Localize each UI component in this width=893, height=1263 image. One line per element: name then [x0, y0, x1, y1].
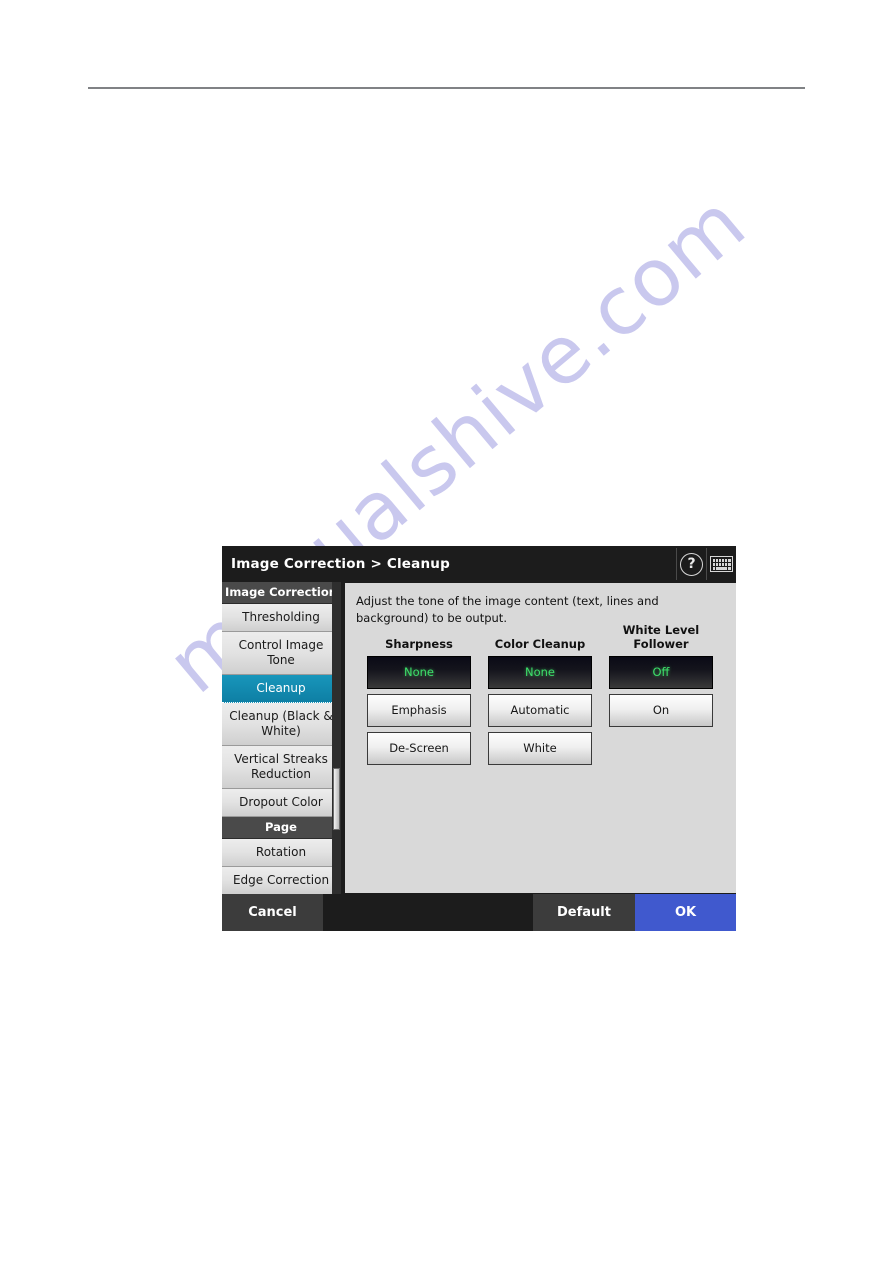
keyboard-button[interactable]	[706, 548, 736, 580]
sharpness-option-none[interactable]: None	[367, 655, 471, 689]
white-level-follower-option-on[interactable]: On	[609, 693, 713, 727]
sidebar-item-control-image-tone[interactable]: Control Image Tone	[222, 632, 340, 676]
white-level-follower-option-off[interactable]: Off	[609, 655, 713, 689]
sidebar-group-page: Page	[222, 817, 340, 840]
color-cleanup-option-white[interactable]: White	[488, 731, 592, 765]
dialog-button-bar: Cancel Default OK	[222, 894, 736, 931]
ok-button[interactable]: OK	[635, 894, 736, 931]
sidebar-scrollbar-thumb[interactable]	[333, 768, 340, 830]
page-header-rule	[88, 87, 805, 89]
white-level-follower-group-label: White Level Follower	[622, 623, 700, 651]
color-cleanup-option-automatic[interactable]: Automatic	[488, 693, 592, 727]
color-cleanup-option-none[interactable]: None	[488, 655, 592, 689]
sidebar-item-cleanup-black-and-white[interactable]: Cleanup (Black & White)	[222, 703, 340, 747]
button-bar-spacer	[323, 894, 533, 931]
help-icon: ?	[680, 552, 703, 576]
titlebar-icon-group: ?	[676, 546, 736, 582]
color-cleanup-group: Color Cleanup None Automatic White	[488, 637, 592, 770]
sharpness-option-de-screen[interactable]: De-Screen	[367, 731, 471, 765]
settings-sidebar[interactable]: Image Correction Thresholding Control Im…	[222, 582, 340, 894]
dialog-titlebar: Image Correction > Cleanup ?	[222, 546, 736, 582]
sharpness-group: Sharpness None Emphasis De-Screen	[367, 637, 471, 770]
sidebar-item-thresholding[interactable]: Thresholding	[222, 604, 340, 633]
help-button[interactable]: ?	[676, 548, 706, 580]
breadcrumb-title: Image Correction > Cleanup	[231, 556, 450, 572]
image-correction-dialog: Image Correction > Cleanup ? Image Corre…	[222, 546, 736, 931]
sharpness-group-label: Sharpness	[385, 637, 453, 651]
sidebar-item-dropout-color[interactable]: Dropout Color	[222, 789, 340, 818]
default-button[interactable]: Default	[533, 894, 635, 931]
sharpness-option-emphasis[interactable]: Emphasis	[367, 693, 471, 727]
sidebar-scrollbar-track[interactable]	[332, 582, 341, 894]
sidebar-item-edge-correction[interactable]: Edge Correction	[222, 867, 340, 894]
sidebar-group-image-correction: Image Correction	[222, 582, 340, 605]
description-text: Adjust the tone of the image content (te…	[356, 594, 659, 625]
dialog-body: Image Correction Thresholding Control Im…	[222, 582, 736, 894]
cancel-button[interactable]: Cancel	[222, 894, 323, 931]
color-cleanup-group-label: Color Cleanup	[494, 637, 586, 651]
white-level-follower-group: White Level Follower Off On	[609, 623, 713, 732]
settings-content-panel: Adjust the tone of the image content (te…	[345, 583, 736, 893]
sidebar-item-rotation[interactable]: Rotation	[222, 839, 340, 868]
sidebar-item-vertical-streaks-reduction[interactable]: Vertical Streaks Reduction	[222, 746, 340, 790]
sidebar-item-cleanup[interactable]: Cleanup	[222, 675, 340, 704]
keyboard-icon	[710, 556, 733, 572]
